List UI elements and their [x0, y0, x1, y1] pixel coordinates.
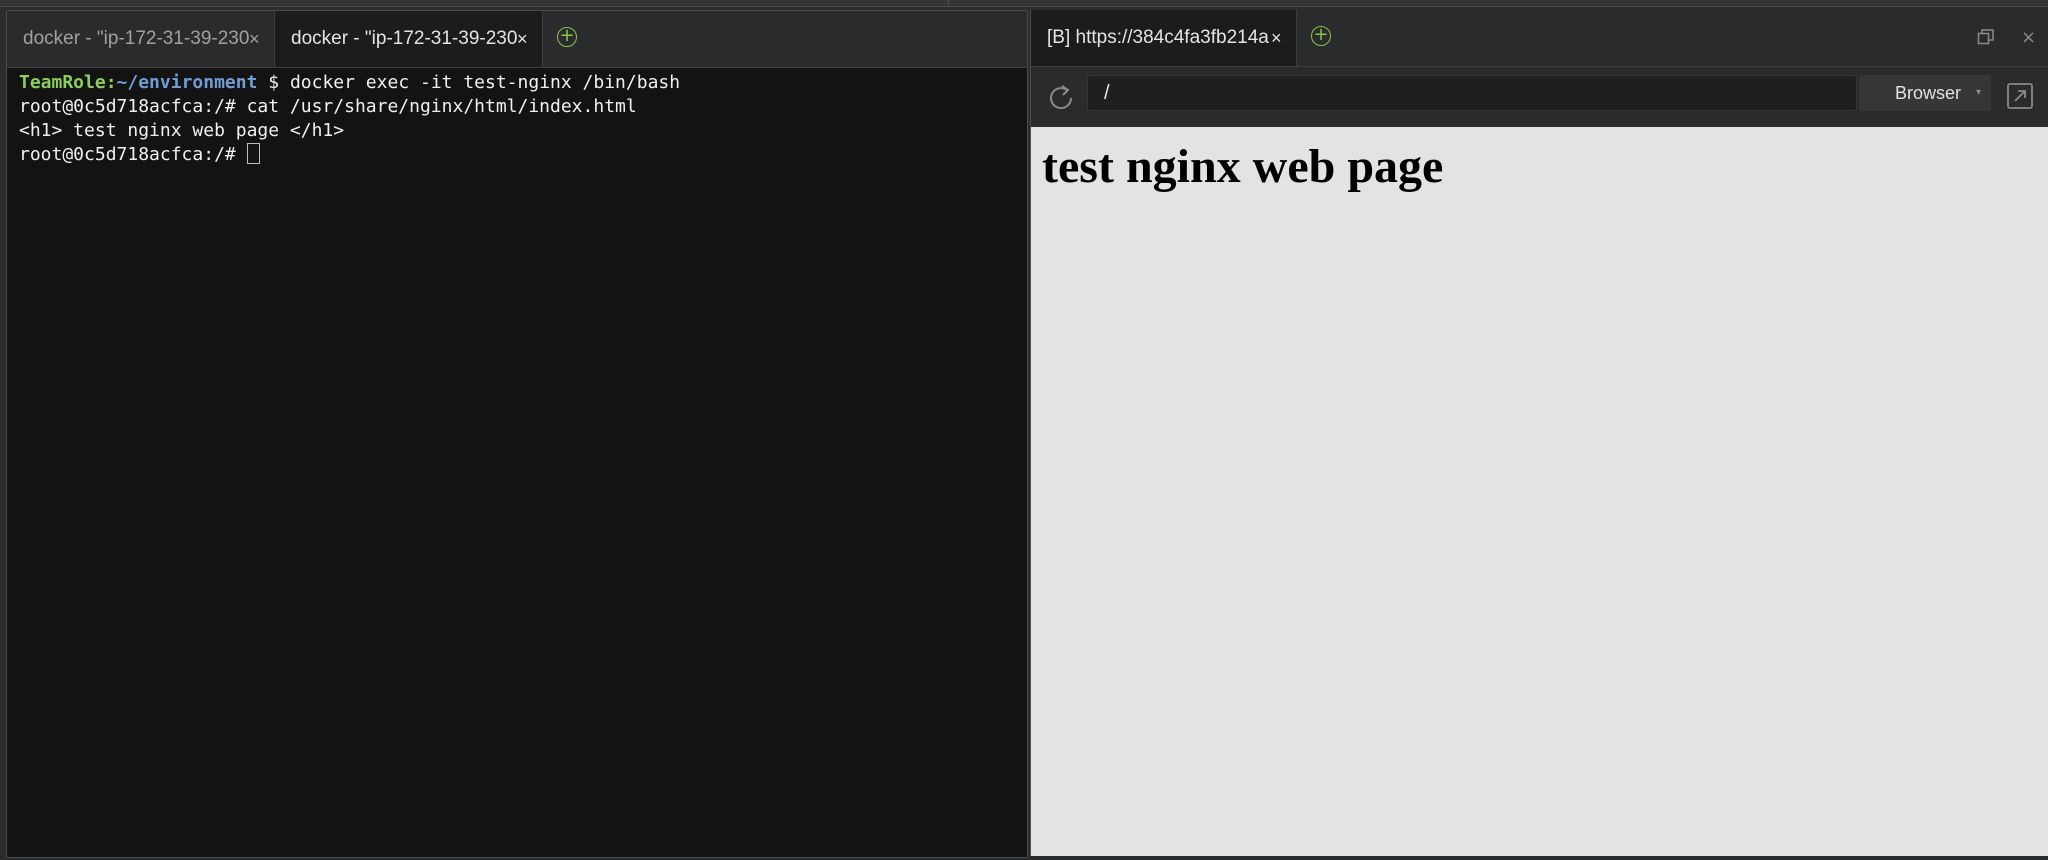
terminal-line: root@0c5d718acfca:/# cat /usr/share/ngin…	[19, 96, 637, 117]
add-tab-icon[interactable]: +	[557, 27, 577, 47]
terminal-pane: docker - "ip-172-31-39-230 × docker - "i…	[6, 10, 1028, 858]
terminal-output[interactable]: TeamRole:~/environment $ docker exec -it…	[19, 71, 1021, 857]
browser-pane: [B] https://384c4fa3fb214a × + × / Brows…	[1030, 10, 2048, 856]
browser-viewport[interactable]: test nginx web page	[1031, 127, 2048, 856]
terminal-line: <h1> test nginx web page </h1>	[19, 120, 345, 141]
terminal-line: TeamRole:~/environment $ docker exec -it…	[19, 71, 1021, 95]
terminal-line: root@0c5d718acfca:/#	[19, 143, 1021, 167]
prompt-directory: ~/environment	[116, 72, 258, 93]
prompt-text: root@0c5d718acfca:/#	[19, 144, 247, 165]
chevron-down-icon: ▾	[1975, 87, 1981, 98]
reload-icon[interactable]	[1047, 84, 1075, 112]
prompt-separator: :	[105, 72, 117, 93]
close-icon[interactable]: ×	[249, 11, 260, 67]
add-tab-icon[interactable]: +	[1311, 26, 1331, 46]
close-icon[interactable]: ×	[517, 11, 528, 67]
browser-toolbar: / Browser ▾	[1031, 67, 2048, 127]
tab-label: docker - "ip-172-31-39-230	[23, 28, 249, 49]
dropdown-label: Browser	[1895, 83, 1962, 103]
close-pane-icon[interactable]: ×	[2021, 28, 2036, 48]
browser-tab[interactable]: [B] https://384c4fa3fb214a ×	[1031, 10, 1297, 66]
terminal-tab-bar: docker - "ip-172-31-39-230 × docker - "i…	[7, 11, 1027, 68]
browser-mode-dropdown[interactable]: Browser ▾	[1859, 75, 1991, 111]
command-text: $ docker exec -it test-nginx /bin/bash	[257, 72, 681, 93]
tab-label: docker - "ip-172-31-39-230	[291, 28, 517, 49]
terminal-cursor	[246, 143, 260, 164]
top-edge	[0, 0, 2048, 7]
open-in-new-window-icon[interactable]	[2006, 82, 2034, 110]
terminal-tab-1[interactable]: docker - "ip-172-31-39-230 ×	[7, 11, 275, 67]
restore-window-icon[interactable]	[1977, 28, 1995, 46]
tab-label: [B] https://384c4fa3fb214a	[1047, 27, 1269, 48]
url-input[interactable]: /	[1087, 75, 1857, 111]
page-heading: test nginx web page	[1042, 140, 1444, 193]
terminal-tab-2[interactable]: docker - "ip-172-31-39-230 ×	[275, 11, 543, 67]
close-icon[interactable]: ×	[1271, 10, 1282, 66]
browser-tab-bar: [B] https://384c4fa3fb214a × + ×	[1031, 10, 2048, 67]
prompt-user: TeamRole	[19, 72, 106, 93]
